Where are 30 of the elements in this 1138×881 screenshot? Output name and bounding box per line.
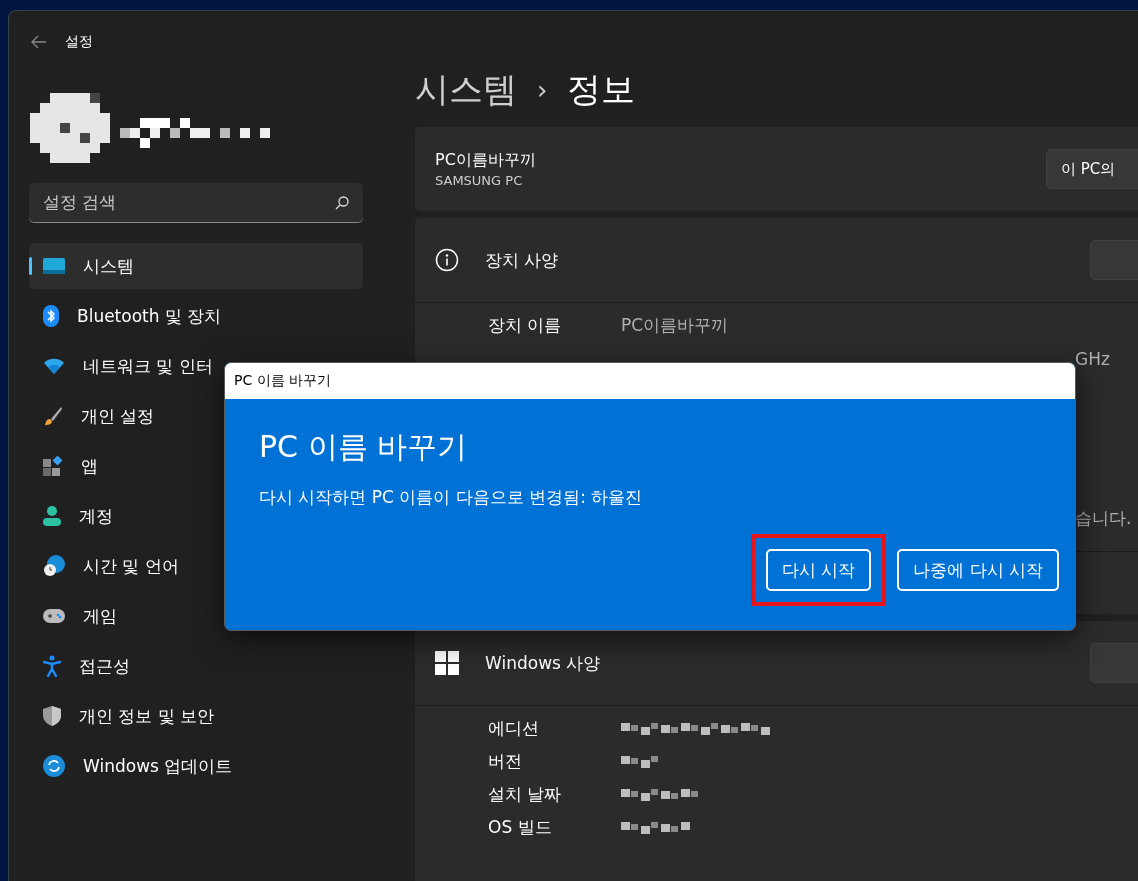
spec-label: 버전 xyxy=(488,750,523,773)
rename-button[interactable]: 이 PC의 xyxy=(1046,149,1138,189)
sidebar-item[interactable]: 접근성 xyxy=(29,643,363,689)
dialog-button[interactable]: 다시 시작 xyxy=(765,549,872,591)
pc-model: SAMSUNG PC xyxy=(435,173,524,188)
spec-value: GHz xyxy=(1075,348,1110,369)
dialog-message: 다시 시작하면 PC 이름이 다음으로 변경됨: 하울진 xyxy=(259,486,644,509)
spec-value: PC이름바꾸끼 xyxy=(621,314,729,337)
spec-label: 설치 날짜 xyxy=(488,783,563,806)
dialog-button[interactable]: 나중에 다시 시작 xyxy=(897,549,1059,591)
spec-label: OS 빌드 xyxy=(488,816,553,839)
sidebar-item[interactable]: Windows 업데이트 xyxy=(29,743,363,789)
sidebar-item[interactable]: 개인 정보 및 보안 xyxy=(29,693,363,739)
pc-name: PC이름바꾸끼 xyxy=(435,150,536,171)
window-title: 설정 xyxy=(65,33,93,51)
dialog-heading: PC 이름 바꾸기 xyxy=(259,428,469,466)
section-title: 장치 사양 xyxy=(485,248,559,272)
dialog-title: PC 이름 바꾸기 xyxy=(234,372,332,390)
search-field[interactable]: 설정 검색 xyxy=(29,183,363,223)
section-title: Windows 사양 xyxy=(485,651,601,675)
spec-label: 장치 이름 xyxy=(488,314,563,337)
sidebar-item[interactable]: 시간 및 언어 xyxy=(29,543,363,589)
sidebar-item[interactable]: 게임 xyxy=(29,593,363,639)
page-title: 정보 xyxy=(567,73,636,111)
sidebar-item[interactable]: 시스템 xyxy=(29,243,363,289)
spec-label: 에디션 xyxy=(488,717,540,740)
breadcrumb-separator: › xyxy=(537,75,548,105)
spec-value: 습니다. xyxy=(1075,507,1132,530)
sidebar-item[interactable]: Bluetooth 및 장치 xyxy=(29,293,363,339)
breadcrumb-parent[interactable]: 시스템 xyxy=(415,73,517,113)
